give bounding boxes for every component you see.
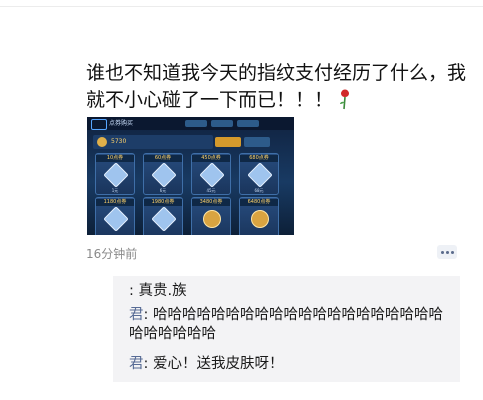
post-text: 谁也不知道我今天的指纹支付经历了什么，我就不小心碰了一下而已！！！	[86, 60, 476, 114]
post-body: 谁也不知道我今天的指纹支付经历了什么，我就不小心碰了一下而已！！！	[86, 62, 467, 111]
comment-text: 哈哈哈哈哈哈哈哈哈哈哈哈哈哈哈哈哈哈哈哈哈哈哈哈哈哈	[129, 307, 443, 342]
coupon-card: 3480点券	[191, 197, 231, 235]
coupon-card: 60点券 6元	[143, 153, 183, 195]
comment-author[interactable]: 君	[129, 356, 144, 372]
coupon-card: 6480点券	[239, 197, 279, 235]
post-time: 16分钟前	[86, 247, 138, 261]
resource-chip	[211, 120, 233, 127]
coupon-card: 10点券 1元	[95, 153, 135, 195]
comment-separator: :	[143, 307, 153, 323]
game-page-title: 点券购买	[109, 120, 134, 127]
coupon-card: 450点券 45元	[191, 153, 231, 195]
card-note: 1元	[111, 188, 119, 193]
comment-author[interactable]: 君	[129, 307, 144, 323]
coupon-icon	[199, 162, 225, 188]
game-header-bar: 点券购买	[87, 117, 294, 130]
card-price: 1180点券	[96, 199, 134, 206]
screenshot-image[interactable]: 点券购买 5730 10点券 1元 60点券 6元 450点券 45元 680点…	[87, 117, 294, 235]
card-price: 1980点券	[144, 199, 182, 206]
comments-box: : 真贵.族 君: 哈哈哈哈哈哈哈哈哈哈哈哈哈哈哈哈哈哈哈哈哈哈哈哈哈哈 君: …	[113, 276, 460, 382]
comment-separator: :	[129, 283, 139, 299]
gold-coupon-icon	[251, 210, 269, 228]
card-price: 6480点券	[240, 199, 278, 206]
wilted-rose-icon	[337, 88, 353, 110]
card-note: 68元	[254, 188, 264, 193]
comment-item[interactable]: 君: 爱心！送我皮肤呀！	[129, 355, 284, 374]
card-price: 60点券	[144, 155, 182, 162]
card-price: 3480点券	[192, 199, 230, 206]
coupon-card: 1180点券	[95, 197, 135, 235]
card-price: 10点券	[96, 155, 134, 162]
coupon-card: 680点券 68元	[239, 153, 279, 195]
comment-text: 真贵.族	[138, 283, 187, 299]
coupon-icon	[247, 162, 273, 188]
card-price: 680点券	[240, 155, 278, 162]
card-note: 6元	[159, 188, 167, 193]
top-divider	[0, 6, 483, 7]
comment-separator: :	[143, 356, 153, 372]
coupon-icon	[151, 162, 177, 188]
coupon-icon	[97, 137, 107, 147]
gold-coupon-icon	[203, 210, 221, 228]
coupon-card: 1980点券	[143, 197, 183, 235]
points-banner: 5730	[93, 135, 213, 149]
resource-chip	[237, 120, 259, 127]
card-note: 45元	[206, 188, 216, 193]
more-dots-icon[interactable]	[437, 245, 457, 259]
tab	[244, 137, 270, 147]
coupon-icon	[151, 206, 177, 232]
coupon-icon	[103, 206, 129, 232]
back-icon	[91, 119, 107, 130]
comment-item[interactable]: : 真贵.族	[129, 282, 187, 301]
tab-active	[215, 137, 241, 147]
coupon-icon	[103, 162, 129, 188]
card-price: 450点券	[192, 155, 230, 162]
resource-chip	[185, 120, 207, 127]
points-value: 5730	[111, 138, 127, 145]
comment-item[interactable]: 君: 哈哈哈哈哈哈哈哈哈哈哈哈哈哈哈哈哈哈哈哈哈哈哈哈哈哈	[129, 306, 449, 344]
comment-text: 爱心！送我皮肤呀！	[153, 356, 284, 372]
